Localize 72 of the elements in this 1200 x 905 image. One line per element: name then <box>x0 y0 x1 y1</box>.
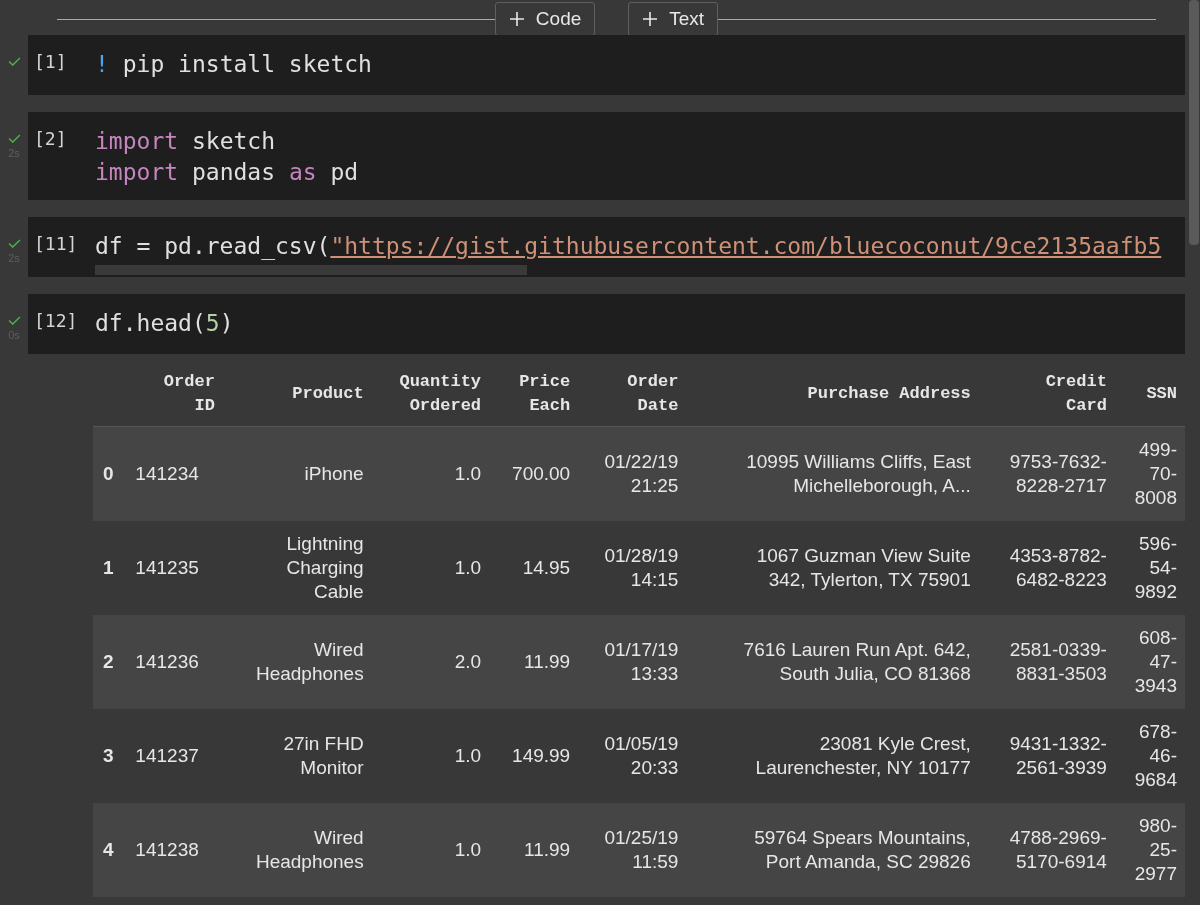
table-cell: 23081 Kyle Crest, Laurenchester, NY 10177 <box>686 708 979 803</box>
code-cell[interactable]: [1] ! pip install sketch <box>28 35 1185 95</box>
table-cell: 141237 <box>127 708 223 803</box>
table-cell: 4353-8782- 6482-8223 <box>978 520 1115 615</box>
plus-icon <box>643 12 658 26</box>
table-cell: 01/17/19 13:33 <box>578 614 687 709</box>
table-cell: 700.00 <box>489 426 579 521</box>
row-index: 0 <box>93 426 128 521</box>
table-cell: 7616 Lauren Run Apt. 642, South Julia, CO 81368 <box>686 614 979 709</box>
code-line: df = pd.read_csv("https://gist.githubusercontent.com/bluecoconut/9ce2135aafb5 <box>95 232 1163 262</box>
table-cell: 678- 46- 9684 <box>1114 708 1185 803</box>
column-header: Quantity Ordered <box>371 364 490 427</box>
code-cell[interactable]: [12] df.head(5) <box>28 294 1185 354</box>
table-cell: 141234 <box>127 426 223 521</box>
code-line: df.head(5) <box>95 309 235 338</box>
table-cell: 01/25/19 11:59 <box>578 802 687 897</box>
table-cell: 01/22/19 21:25 <box>578 426 687 521</box>
table-cell: Lightning Charging Cable <box>222 520 372 615</box>
table-cell: 10995 Williams Cliffs, East Michelleborough, A... <box>686 426 979 521</box>
table-cell: 4788-2969- 5170-6914 <box>978 802 1115 897</box>
row-index: 2 <box>93 614 128 709</box>
table-cell: 11.99 <box>489 614 579 709</box>
table-cell: 1.0 <box>371 802 490 897</box>
table-cell: 596- 54- 9892 <box>1114 520 1185 615</box>
table-cell: 14.95 <box>489 520 579 615</box>
table-cell: 59764 Spears Mountains, Port Amanda, SC 29826 <box>686 802 979 897</box>
table-cell: 499- 70- 8008 <box>1114 426 1185 521</box>
table-cell: 2581-0339- 8831-3503 <box>978 614 1115 709</box>
execution-count: [12] <box>34 309 79 333</box>
add-cell-button[interactable]: Code <box>494 2 596 36</box>
add-cell-button[interactable]: Text <box>628 2 719 36</box>
horizontal-scrollbar[interactable] <box>95 265 527 275</box>
table-cell: 2.0 <box>371 614 490 709</box>
table-cell: 141238 <box>127 802 223 897</box>
row-index: 1 <box>93 520 128 615</box>
table-cell: Wired Headphones <box>222 802 372 897</box>
execution-count: [2] <box>34 127 68 151</box>
scrollbar[interactable] <box>1189 0 1199 245</box>
table-cell: 980- 25- 2977 <box>1114 802 1185 897</box>
code-cell[interactable]: [11] df = pd.read_csv("https://gist.githubusercontent.com/bluecoconut/9ce2135aafb5 <box>28 217 1185 277</box>
execution-count: [11] <box>34 232 79 256</box>
row-index: 4 <box>93 802 128 897</box>
code-cell[interactable]: [2] import sketch import pandas as pd <box>28 112 1185 200</box>
code-line: import pandas as pd <box>95 158 360 187</box>
table-cell: 01/28/19 14:15 <box>578 520 687 615</box>
column-header: Credit Card <box>978 364 1115 427</box>
plus-icon <box>509 12 524 26</box>
table-cell: 1067 Guzman View Suite 342, Tylerton, TX 75901 <box>686 520 979 615</box>
row-index: 3 <box>93 708 128 803</box>
execution-count: [1] <box>34 50 68 74</box>
table-cell: Wired Headphones <box>222 614 372 709</box>
table-cell: iPhone <box>222 426 372 521</box>
column-header: SSN <box>1114 364 1185 427</box>
code-line: import sketch <box>95 127 277 156</box>
table-cell: 1.0 <box>371 520 490 615</box>
column-header: Order ID <box>127 364 223 427</box>
table-cell: 1.0 <box>371 426 490 521</box>
table-cell: 01/05/19 20:33 <box>578 708 687 803</box>
table-cell: 11.99 <box>489 802 579 897</box>
code-line: ! pip install sketch <box>95 50 373 79</box>
table-cell: 9753-7632- 8228-2717 <box>978 426 1115 521</box>
table-cell: 1.0 <box>371 708 490 803</box>
table-cell: 9431-1332- 2561-3939 <box>978 708 1115 803</box>
column-header: Product <box>222 364 372 427</box>
table-cell: 149.99 <box>489 708 579 803</box>
table-cell: 27in FHD Monitor <box>222 708 372 803</box>
table-cell: 141235 <box>127 520 223 615</box>
column-header: Price Each <box>489 364 579 427</box>
table-cell: 141236 <box>127 614 223 709</box>
column-header: Purchase Address <box>686 364 979 427</box>
table-cell: 608- 47- 3943 <box>1114 614 1185 709</box>
column-header: Order Date <box>578 364 687 427</box>
